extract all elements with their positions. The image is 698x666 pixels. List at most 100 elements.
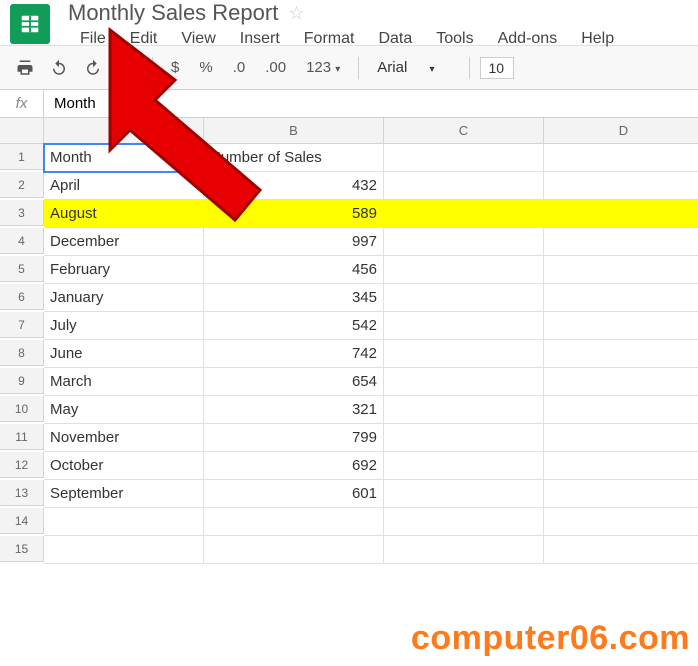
cell[interactable]: December	[44, 228, 204, 256]
cell[interactable]: March	[44, 368, 204, 396]
row-head[interactable]: 2	[0, 172, 44, 198]
col-head-d[interactable]: D	[544, 118, 698, 144]
row-head[interactable]: 9	[0, 368, 44, 394]
cell[interactable]	[544, 312, 698, 340]
percent-button[interactable]: %	[191, 59, 220, 76]
cell[interactable]	[384, 368, 544, 396]
cell[interactable]	[384, 144, 544, 172]
number-format-button[interactable]: 123 ▾	[298, 59, 348, 76]
currency-button[interactable]: $	[163, 59, 187, 76]
cell[interactable]	[544, 536, 698, 564]
cell[interactable]	[544, 480, 698, 508]
col-head-c[interactable]: C	[384, 118, 544, 144]
row-head[interactable]: 7	[0, 312, 44, 338]
formula-input[interactable]	[44, 90, 698, 117]
increase-decimal-button[interactable]: .00	[257, 59, 294, 76]
row-head[interactable]: 8	[0, 340, 44, 366]
cell[interactable]	[384, 340, 544, 368]
menu-addons[interactable]: Add-ons	[486, 28, 570, 52]
print-button[interactable]	[10, 54, 40, 82]
cell[interactable]	[44, 508, 204, 536]
cell[interactable]: September	[44, 480, 204, 508]
cell[interactable]	[204, 508, 384, 536]
col-head-b[interactable]: B	[204, 118, 384, 144]
cell[interactable]	[384, 172, 544, 200]
cell[interactable]: January	[44, 284, 204, 312]
cell[interactable]	[544, 284, 698, 312]
cell[interactable]: 997	[204, 228, 384, 256]
cell[interactable]: April	[44, 172, 204, 200]
cell[interactable]	[544, 256, 698, 284]
menu-format[interactable]: Format	[292, 28, 367, 52]
row-head[interactable]: 6	[0, 284, 44, 310]
font-name-select[interactable]: Arial ▾	[369, 59, 458, 76]
row-head[interactable]: 1	[0, 144, 44, 170]
cell[interactable]: 601	[204, 480, 384, 508]
row-head[interactable]: 12	[0, 452, 44, 478]
row-head[interactable]: 15	[0, 536, 44, 562]
select-all-corner[interactable]	[0, 118, 44, 144]
cell[interactable]	[384, 396, 544, 424]
font-size-input[interactable]: 10	[480, 57, 514, 79]
cell[interactable]: 432	[204, 172, 384, 200]
cell[interactable]	[544, 144, 698, 172]
cell[interactable]	[544, 368, 698, 396]
cell[interactable]	[544, 396, 698, 424]
cell[interactable]	[384, 256, 544, 284]
cell[interactable]: 345	[204, 284, 384, 312]
cell[interactable]	[544, 172, 698, 200]
cell[interactable]	[544, 452, 698, 480]
menu-help[interactable]: Help	[569, 28, 626, 52]
cell[interactable]: May	[44, 396, 204, 424]
undo-button[interactable]	[44, 54, 74, 82]
menu-tools[interactable]: Tools	[424, 28, 485, 52]
cell[interactable]	[384, 480, 544, 508]
cell[interactable]: October	[44, 452, 204, 480]
row-head[interactable]: 13	[0, 480, 44, 506]
star-icon[interactable]: ☆	[288, 3, 304, 24]
menu-file[interactable]: File	[68, 28, 118, 52]
cell[interactable]	[544, 340, 698, 368]
cell[interactable]	[544, 200, 698, 228]
cell[interactable]: June	[44, 340, 204, 368]
cell[interactable]	[544, 424, 698, 452]
cell[interactable]: 321	[204, 396, 384, 424]
cell[interactable]	[384, 228, 544, 256]
menu-edit[interactable]: Edit	[118, 28, 170, 52]
cell[interactable]: August	[44, 200, 204, 228]
cell[interactable]: 692	[204, 452, 384, 480]
menu-insert[interactable]: Insert	[228, 28, 292, 52]
spreadsheet-grid[interactable]: A B C D	[0, 118, 698, 144]
decrease-decimal-button[interactable]: .0	[225, 59, 254, 76]
cell[interactable]	[204, 536, 384, 564]
redo-button[interactable]	[78, 54, 108, 82]
menu-view[interactable]: View	[169, 28, 227, 52]
cell[interactable]	[544, 508, 698, 536]
cell[interactable]: February	[44, 256, 204, 284]
cell[interactable]: July	[44, 312, 204, 340]
cell[interactable]	[384, 312, 544, 340]
cell[interactable]: November	[44, 424, 204, 452]
cell[interactable]: 799	[204, 424, 384, 452]
cell[interactable]: 456	[204, 256, 384, 284]
cell[interactable]: Month	[44, 144, 204, 172]
cell[interactable]	[384, 424, 544, 452]
cell[interactable]	[384, 508, 544, 536]
cell[interactable]	[384, 284, 544, 312]
col-head-a[interactable]: A	[44, 118, 204, 144]
sheets-logo[interactable]	[10, 4, 50, 44]
cell[interactable]	[44, 536, 204, 564]
cell[interactable]: 589	[204, 200, 384, 228]
row-head[interactable]: 3	[0, 200, 44, 226]
row-head[interactable]: 4	[0, 228, 44, 254]
row-head[interactable]: 14	[0, 508, 44, 534]
menu-data[interactable]: Data	[366, 28, 424, 52]
row-head[interactable]: 11	[0, 424, 44, 450]
document-title[interactable]: Monthly Sales Report	[68, 0, 278, 26]
cell[interactable]: Number of Sales	[204, 144, 384, 172]
cell[interactable]	[544, 228, 698, 256]
cell[interactable]: 742	[204, 340, 384, 368]
row-head[interactable]: 5	[0, 256, 44, 282]
cell[interactable]	[384, 536, 544, 564]
cell[interactable]: 542	[204, 312, 384, 340]
